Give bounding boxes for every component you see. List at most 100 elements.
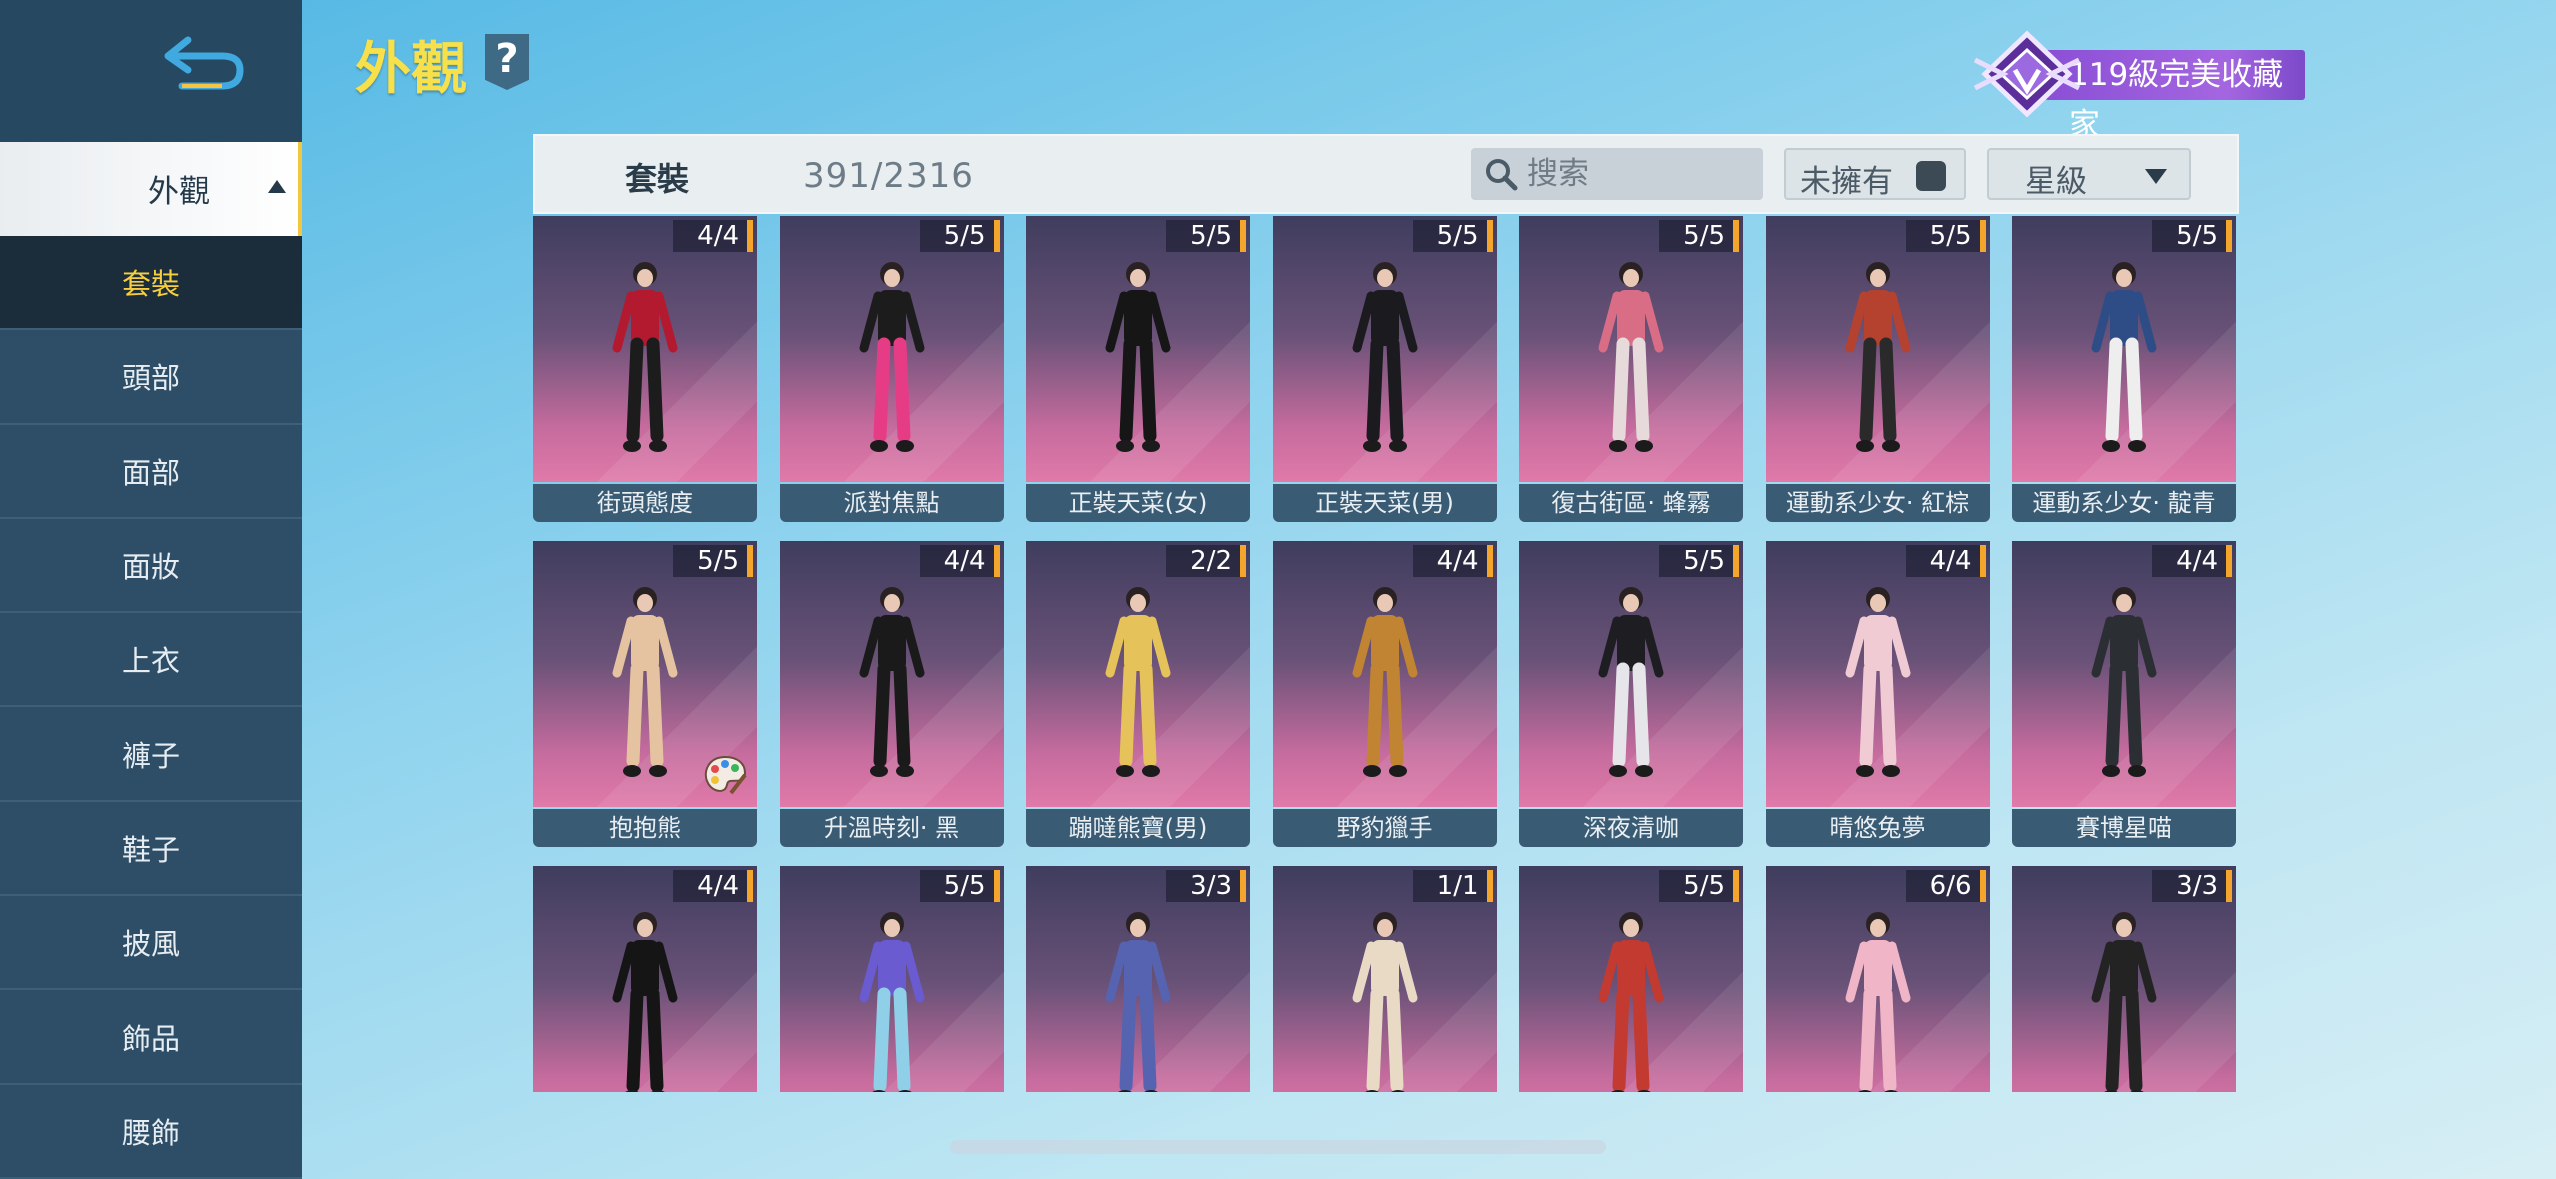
outfit-piece-count: 5/5 [1659,870,1739,902]
help-icon[interactable]: ? [485,34,529,90]
outfit-card[interactable]: 4/4 [533,866,757,1092]
horizontal-scrollbar[interactable] [950,1140,1606,1154]
outfit-piece-count: 3/3 [2152,870,2232,902]
outfit-card[interactable]: 4/4 賽博星喵 [2012,541,2236,847]
outfit-piece-count: 4/4 [2152,545,2232,577]
not-owned-toggle[interactable]: 未擁有 [1784,148,1966,200]
outfit-card[interactable]: 3/3 [2012,866,2236,1092]
outfit-card[interactable]: 5/5 復古街區· 蜂霧 [1519,216,1743,522]
outfit-card[interactable]: 6/6 [1765,866,1990,1092]
outfit-card[interactable]: 1/1 [1272,866,1497,1092]
not-owned-label: 未擁有 [1800,164,1893,200]
character-figure-icon [2091,912,2157,1092]
character-figure-icon [1598,262,1664,452]
outfit-name: 運動系少女· 紅棕 [1765,484,1990,522]
outfit-piece-count: 5/5 [1166,220,1246,252]
character-figure-icon [1845,912,1910,1092]
collector-rank-badge[interactable]: 119級完美收藏家 [1955,30,2355,143]
outfit-card[interactable]: 5/5 [1519,866,1743,1092]
outfit-preview [1272,541,1497,807]
outfit-piece-count: 5/5 [673,545,753,577]
sidebar-item[interactable]: 上衣 [0,613,302,708]
sidebar-item[interactable]: 套裝 [0,236,302,331]
character-figure-icon [1352,587,1417,777]
character-figure-icon [612,587,678,777]
outfit-card[interactable]: 4/4 街頭態度 [533,216,757,522]
sidebar-item[interactable]: 腰飾 [0,1085,302,1179]
sidebar-item[interactable]: 鞋子 [0,802,302,897]
sidebar-item[interactable]: 面妝 [0,519,302,614]
character-figure-icon [1845,262,1910,452]
sidebar-item[interactable]: 頭部 [0,330,302,425]
outfit-card[interactable]: 5/5 運動系少女· 紅棕 [1765,216,1990,522]
outfit-name: 賽博星喵 [2012,809,2236,847]
character-figure-icon [1598,587,1664,777]
search-icon [1486,159,1518,191]
outfit-preview [1026,541,1250,807]
sidebar-item[interactable]: 飾品 [0,990,302,1085]
outfit-preview [1765,216,1990,482]
outfit-card[interactable]: 5/5 運動系少女· 靛青 [2012,216,2236,522]
character-figure-icon [1845,587,1910,777]
outfit-piece-count: 5/5 [919,220,1000,252]
back-arrow-icon[interactable] [160,30,250,96]
outfit-card[interactable]: 4/4 升溫時刻· 黑 [779,541,1004,847]
outfit-card[interactable]: 5/5 [779,866,1004,1092]
sidebar-nav: 套裝 頭部 面部 面妝 上衣 褲子 鞋子 披風 飾品 腰飾 [0,236,302,1179]
sidebar-item[interactable]: 褲子 [0,707,302,802]
outfit-card[interactable]: 2/2 蹦噠熊寶(男) [1026,541,1250,847]
outfit-name: 復古街區· 蜂霧 [1519,484,1743,522]
sidebar: 外觀 套裝 頭部 面部 面妝 上衣 褲子 鞋子 披風 飾品 腰飾 [0,0,302,1179]
outfit-preview [1519,216,1743,482]
sidebar-item[interactable]: 披風 [0,896,302,991]
outfit-piece-count: 6/6 [1905,870,1986,902]
outfit-card[interactable]: 5/5 抱抱熊 [533,541,757,847]
category-dropdown[interactable]: 外觀 [0,142,302,236]
character-figure-icon [1105,587,1171,777]
outfit-piece-count: 4/4 [919,545,1000,577]
outfit-piece-count: 3/3 [1166,870,1246,902]
outfit-piece-count: 5/5 [1905,220,1986,252]
rank-diamond-icon [1973,30,2081,118]
outfit-card[interactable]: 5/5 正裝天菜(女) [1026,216,1250,522]
checkbox-icon [1916,161,1946,191]
search-input[interactable] [1527,154,1747,194]
character-figure-icon [1105,262,1171,452]
outfit-card[interactable]: 5/5 正裝天菜(男) [1272,216,1497,522]
outfit-preview [779,541,1004,807]
section-tab[interactable]: 套裝 [625,154,689,200]
outfit-name: 晴悠兔夢 [1765,809,1990,847]
page-title: 外觀 [355,37,467,102]
outfit-piece-count: 5/5 [2152,220,2232,252]
outfit-card[interactable]: 5/5 派對焦點 [779,216,1004,522]
outfit-piece-count: 4/4 [673,220,753,252]
outfit-name: 正裝天菜(女) [1026,484,1250,522]
dye-palette-icon[interactable] [701,753,749,797]
character-figure-icon [859,912,924,1092]
collection-count: 391/2316 [803,156,974,196]
outfit-name: 升溫時刻· 黑 [779,809,1004,847]
rank-label: 119級完美收藏家 [2045,50,2305,143]
outfit-piece-count: 5/5 [1659,220,1739,252]
character-figure-icon [1352,262,1417,452]
outfit-card[interactable]: 4/4 野豹獵手 [1272,541,1497,847]
character-figure-icon [2091,262,2157,452]
character-figure-icon [1352,912,1417,1092]
outfit-card[interactable]: 4/4 晴悠兔夢 [1765,541,1990,847]
sort-dropdown[interactable]: 星級 [1987,148,2191,200]
outfit-preview [533,541,757,807]
outfit-name: 街頭態度 [533,484,757,522]
outfit-piece-count: 1/1 [1412,870,1493,902]
character-figure-icon [859,262,924,452]
outfit-name: 深夜清咖 [1519,809,1743,847]
outfit-name: 抱抱熊 [533,809,757,847]
sidebar-item[interactable]: 面部 [0,425,302,519]
search-field[interactable] [1471,148,1763,200]
category-label: 外觀 [148,174,210,210]
character-figure-icon [1105,912,1171,1092]
outfit-name: 正裝天菜(男) [1272,484,1497,522]
outfit-card[interactable]: 3/3 [1026,866,1250,1092]
character-figure-icon [1598,912,1664,1092]
outfit-card[interactable]: 5/5 深夜清咖 [1519,541,1743,847]
outfit-grid: 4/4 街頭態度 5/5 派對焦點 5/5 正裝天菜(女) 5/5 正裝天菜(男) 5/5 復古街… [533,216,2239,1092]
